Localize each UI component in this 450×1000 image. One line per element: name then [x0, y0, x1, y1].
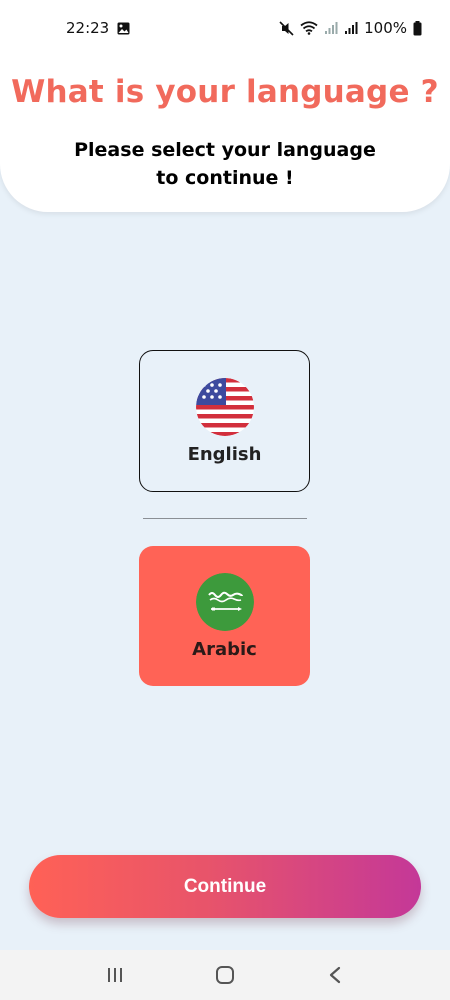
- saudi-flag-icon: [195, 573, 254, 631]
- battery-level: 100%: [364, 19, 407, 37]
- mute-icon: [279, 20, 294, 36]
- status-bar: 22:23 100%: [0, 0, 450, 56]
- home-icon[interactable]: [205, 955, 245, 995]
- language-option-arabic[interactable]: Arabic: [139, 546, 310, 686]
- page-subtitle: Please select your language to continue …: [74, 139, 376, 189]
- navigation-bar: [0, 950, 450, 1000]
- language-label-arabic: Arabic: [192, 639, 257, 660]
- divider: [143, 518, 307, 519]
- signal-icon: [324, 21, 338, 35]
- us-flag-icon: [195, 378, 254, 436]
- status-time: 22:23: [66, 19, 110, 37]
- language-selection-screen: 22:23 100% What is your language ? Pleas…: [0, 0, 450, 1000]
- back-icon[interactable]: [315, 955, 355, 995]
- language-label-english: English: [187, 444, 262, 465]
- recent-apps-icon[interactable]: [95, 955, 135, 995]
- wifi-icon: [300, 21, 318, 35]
- signal-icon: [344, 21, 358, 35]
- battery-icon: [413, 20, 422, 36]
- gallery-icon: [117, 22, 130, 35]
- language-option-english[interactable]: English: [139, 350, 310, 492]
- continue-button[interactable]: Continue: [29, 855, 421, 918]
- page-title: What is your language ?: [11, 74, 439, 110]
- header-card: 22:23 100% What is your language ? Pleas…: [0, 0, 450, 212]
